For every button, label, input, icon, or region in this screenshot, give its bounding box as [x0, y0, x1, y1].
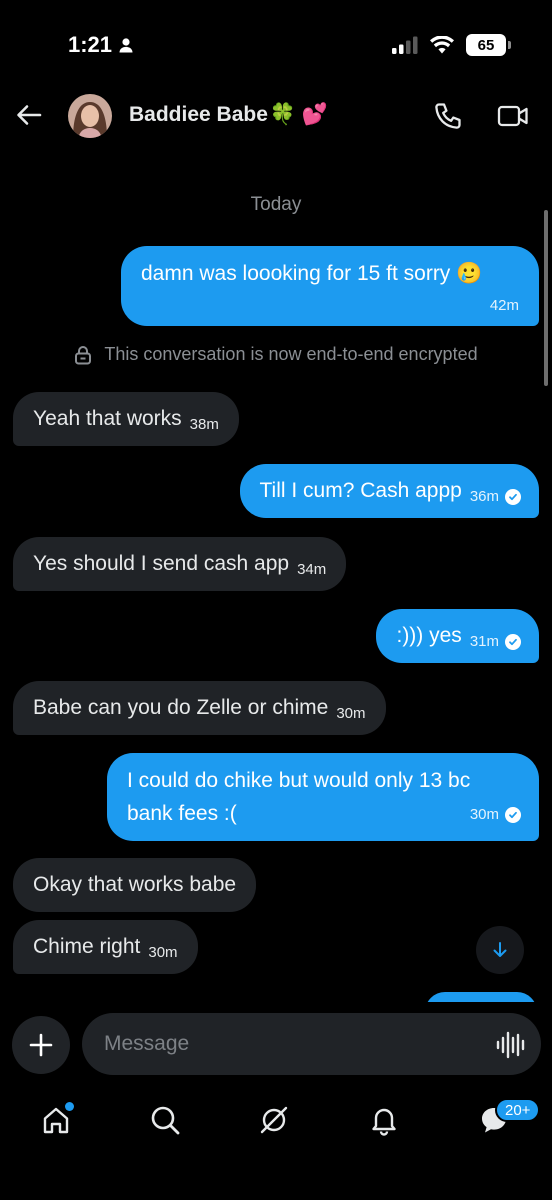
battery-indicator: 65 — [466, 34, 511, 56]
waveform-icon — [496, 1031, 525, 1059]
message-text: Yeah that works — [33, 407, 182, 430]
read-receipt-icon — [505, 489, 521, 505]
back-button[interactable] — [14, 100, 44, 130]
message-bubble-incoming[interactable]: Yes should I send cash app 34m — [13, 537, 347, 591]
message-time: 42m — [489, 297, 519, 314]
battery-level: 65 — [477, 36, 495, 54]
phone-icon — [435, 103, 461, 129]
arrow-left-icon — [17, 105, 42, 125]
tab-grok[interactable] — [254, 1100, 294, 1140]
message-bubble-outgoing[interactable]: :))) yes 31m — [376, 609, 539, 663]
message-meta: 38m — [190, 410, 219, 440]
message-time: 30m — [469, 806, 499, 823]
message-time: 30m — [336, 705, 366, 722]
message-text: Babe can you do Zelle or chime — [33, 696, 329, 719]
message-bubble-incoming[interactable]: Yeah that works 38m — [13, 392, 239, 446]
tab-explore[interactable] — [145, 1100, 185, 1140]
tab-home[interactable] — [36, 1100, 76, 1140]
avatar-image — [68, 94, 112, 138]
plus-icon — [29, 1033, 53, 1057]
encryption-notice: This conversation is now end-to-end encr… — [0, 344, 552, 365]
status-indicators: 65 — [392, 34, 511, 56]
lock-icon — [75, 345, 92, 364]
message-time: 34m — [297, 561, 327, 578]
home-indicator — [206, 1185, 346, 1190]
grok-icon — [260, 1106, 288, 1134]
message-text: I could do chike but would only 13 bc ba… — [127, 769, 471, 825]
read-receipt-icon — [505, 806, 521, 823]
encryption-notice-text: This conversation is now end-to-end encr… — [104, 344, 478, 364]
avatar[interactable] — [68, 94, 112, 138]
message-meta: 30m — [336, 699, 365, 729]
arrow-down-icon — [493, 942, 507, 957]
message-time: 38m — [189, 416, 219, 433]
message-bubble-incoming[interactable]: Okay that works babe — [13, 858, 257, 912]
video-camera-icon — [497, 105, 528, 127]
tab-notifications[interactable] — [364, 1100, 404, 1140]
message-composer — [0, 1012, 552, 1078]
message-meta: 31m — [470, 627, 521, 657]
wifi-icon — [430, 36, 454, 54]
video-call-button[interactable] — [497, 101, 529, 131]
message-text: :))) yes — [396, 624, 462, 647]
search-icon — [151, 1106, 180, 1135]
clock-text: 1:21 — [68, 32, 113, 57]
message-text: Till I cum? Cash appp — [259, 479, 462, 502]
message-text: Yes should I send cash app — [33, 552, 290, 575]
bell-icon — [372, 1108, 396, 1136]
read-receipt-icon — [505, 634, 521, 650]
scroll-to-bottom-button[interactable] — [476, 926, 524, 974]
bottom-tab-bar — [0, 1090, 552, 1150]
message-input[interactable] — [82, 1013, 541, 1075]
message-time: 30m — [148, 944, 178, 961]
status-time: 1:21 — [68, 32, 134, 58]
message-meta: 34m — [297, 555, 326, 585]
message-meta: 30m — [470, 798, 521, 831]
message-bubble-outgoing-partial — [425, 992, 537, 1002]
home-notification-dot — [65, 1102, 74, 1111]
signal-icon — [392, 36, 418, 54]
add-attachment-button[interactable] — [12, 1016, 70, 1074]
message-bubble-incoming[interactable]: Chime right 30m — [13, 920, 198, 974]
messages-badge: 20+ — [495, 1098, 541, 1122]
date-separator: Today — [250, 194, 302, 215]
message-text: Okay that works babe — [33, 873, 237, 896]
status-bar: 1:21 65 — [0, 0, 552, 80]
message-bubble-outgoing[interactable]: Till I cum? Cash appp 36m — [239, 464, 539, 518]
message-meta: 36m — [470, 482, 521, 512]
person-icon — [119, 38, 133, 53]
contact-name[interactable]: Baddiee Babe 🍀 💕 — [129, 103, 328, 127]
message-bubble-outgoing[interactable]: damn was loooking for 15 ft sorry 🥲 42m — [121, 246, 539, 326]
message-bubble-outgoing[interactable]: I could do chike but would only 13 bc ba… — [107, 753, 539, 841]
contact-name-emojis: 🍀 💕 — [269, 103, 329, 126]
message-text: damn was loooking for 15 ft sorry 🥲 — [141, 262, 483, 285]
message-meta: 42m — [141, 291, 519, 321]
message-bubble-incoming[interactable]: Babe can you do Zelle or chime 30m — [13, 681, 386, 735]
voice-message-button[interactable] — [495, 1030, 525, 1060]
message-time: 36m — [469, 488, 499, 505]
audio-call-button[interactable] — [432, 100, 464, 132]
message-time: 31m — [469, 633, 499, 650]
conversation-header: Baddiee Babe 🍀 💕 — [0, 88, 552, 144]
contact-name-text: Baddiee Babe — [129, 103, 268, 126]
message-text: Chime right — [33, 935, 141, 958]
message-meta: 30m — [148, 938, 177, 968]
message-list[interactable]: Today damn was loooking for 15 ft sorry … — [0, 160, 552, 1002]
